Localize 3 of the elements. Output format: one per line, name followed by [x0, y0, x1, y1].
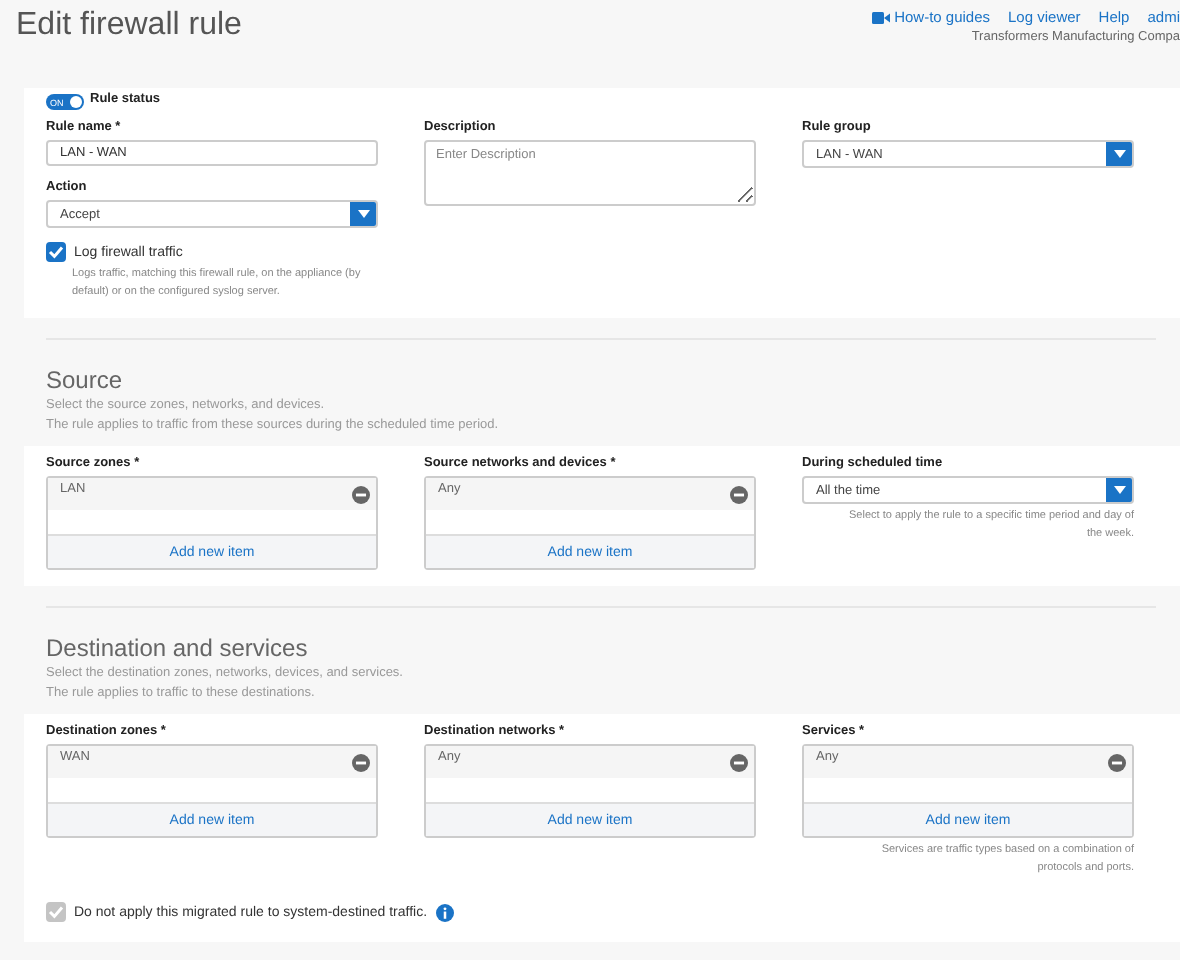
section-title: Destination and services: [46, 634, 310, 662]
section-title: Source: [46, 366, 125, 394]
page-title: Edit firewall rule: [16, 8, 242, 46]
